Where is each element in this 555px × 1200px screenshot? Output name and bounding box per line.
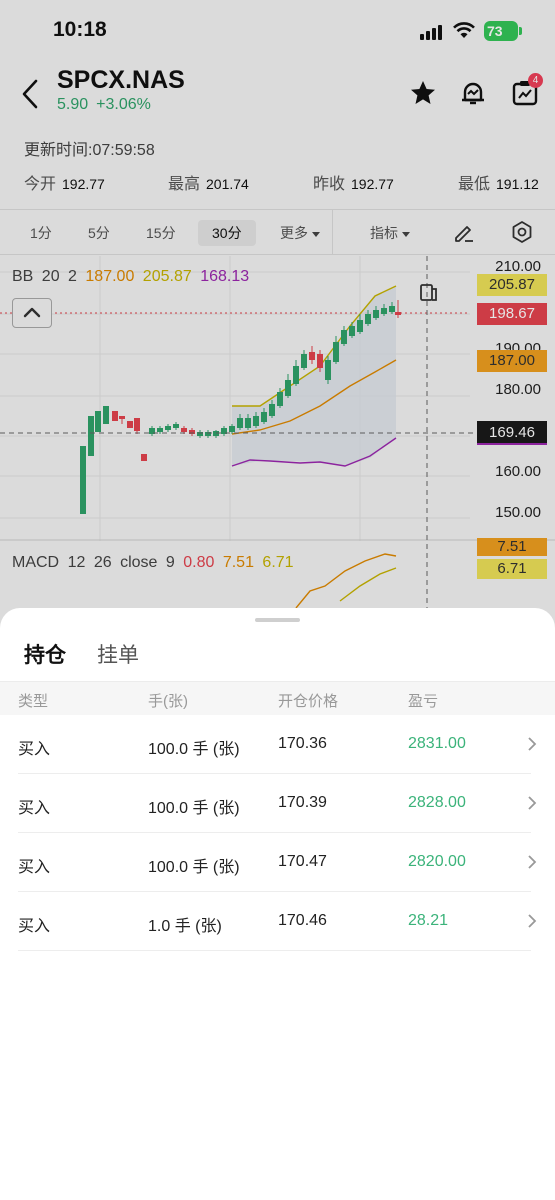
col-qty: 手(张) (148, 693, 188, 710)
cell-open-price: 170.46 (278, 912, 327, 929)
table-row[interactable]: 买入 100.0 手 (张) 170.39 2828.00 (0, 774, 555, 833)
cell-pnl: 28.21 (408, 912, 449, 929)
col-pnl: 盈亏 (408, 693, 439, 710)
tab-pending-orders[interactable]: 挂单 (97, 639, 139, 669)
positions-table-header: 类型 手(张) 开仓价格 盈亏 (0, 681, 555, 715)
cell-pnl: 2820.00 (408, 853, 466, 870)
cell-type: 买入 (18, 918, 51, 935)
cell-open-price: 170.47 (278, 853, 327, 870)
cell-qty: 1.0 手 (张) (148, 918, 222, 935)
table-row[interactable]: 买入 1.0 手 (张) 170.46 28.21 (0, 892, 555, 951)
positions-sheet: 持仓 挂单 类型 手(张) 开仓价格 盈亏 买入 100.0 手 (张) 170… (0, 608, 555, 1200)
chevron-right-icon (528, 737, 537, 751)
chevron-right-icon (528, 796, 537, 810)
cell-type: 买入 (18, 741, 51, 758)
table-row[interactable]: 买入 100.0 手 (张) 170.47 2820.00 (0, 833, 555, 892)
chevron-right-icon (528, 855, 537, 869)
cell-qty: 100.0 手 (张) (148, 741, 240, 758)
cell-qty: 100.0 手 (张) (148, 800, 240, 817)
col-type: 类型 (18, 693, 49, 710)
cell-open-price: 170.39 (278, 794, 327, 811)
cell-pnl: 2831.00 (408, 735, 466, 752)
cell-type: 买入 (18, 800, 51, 817)
cell-pnl: 2828.00 (408, 794, 466, 811)
col-open-price: 开仓价格 (278, 693, 339, 710)
row-divider (18, 950, 531, 951)
cell-open-price: 170.36 (278, 735, 327, 752)
sheet-drag-handle[interactable] (255, 618, 300, 622)
tab-positions[interactable]: 持仓 (24, 639, 66, 669)
chevron-right-icon (528, 914, 537, 928)
table-row[interactable]: 买入 100.0 手 (张) 170.36 2831.00 (0, 715, 555, 774)
cell-qty: 100.0 手 (张) (148, 859, 240, 876)
cell-type: 买入 (18, 859, 51, 876)
